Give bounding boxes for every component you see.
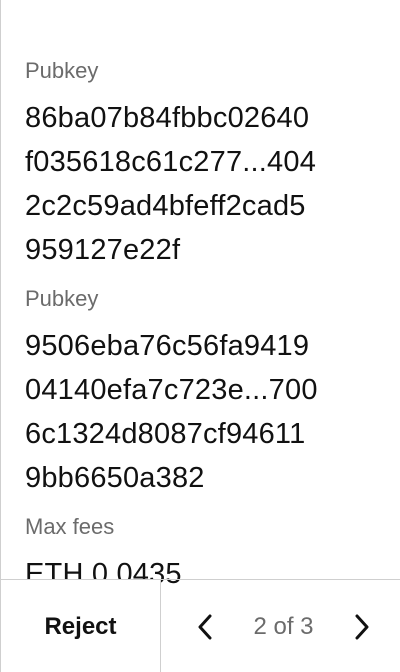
- pager: 2 of 3: [161, 580, 400, 672]
- review-content: Pubkey 86ba07b84fbbc02640 f035618c61c277…: [25, 56, 380, 596]
- next-page-button[interactable]: [346, 607, 378, 647]
- pubkey-value-2-line: 04140efa7c723e...700: [25, 374, 318, 406]
- pubkey-value-2-line: 6c1324d8087cf94611: [25, 418, 306, 450]
- pubkey-value-2: 9506eba76c56fa9419 04140efa7c723e...700 …: [25, 324, 380, 500]
- chevron-right-icon: [355, 614, 369, 639]
- pubkey-value-1-line: 86ba07b84fbbc02640: [25, 102, 310, 134]
- max-fees-label: Max fees: [25, 514, 115, 539]
- chevron-left-icon: [198, 614, 212, 639]
- pubkey-value-2-line: 9506eba76c56fa9419: [25, 330, 310, 362]
- pubkey-value-1: 86ba07b84fbbc02640 f035618c61c277...404 …: [25, 96, 380, 272]
- pubkey-value-1-line: f035618c61c277...404: [25, 146, 317, 178]
- page-indicator: 2 of 3: [253, 612, 314, 640]
- pubkey-value-2-line: 9bb6650a382: [25, 462, 205, 494]
- pubkey-value-1-line: 2c2c59ad4bfeff2cad5: [25, 190, 306, 222]
- pubkey-label-2: Pubkey: [25, 286, 99, 311]
- previous-page-button[interactable]: [189, 607, 221, 647]
- review-screen: Pubkey 86ba07b84fbbc02640 f035618c61c277…: [0, 0, 400, 672]
- pubkey-label-1: Pubkey: [25, 58, 99, 83]
- pubkey-value-1-line: 959127e22f: [25, 234, 181, 266]
- footer-bar: Reject 2 of 3: [1, 579, 400, 672]
- reject-button[interactable]: Reject: [1, 580, 161, 672]
